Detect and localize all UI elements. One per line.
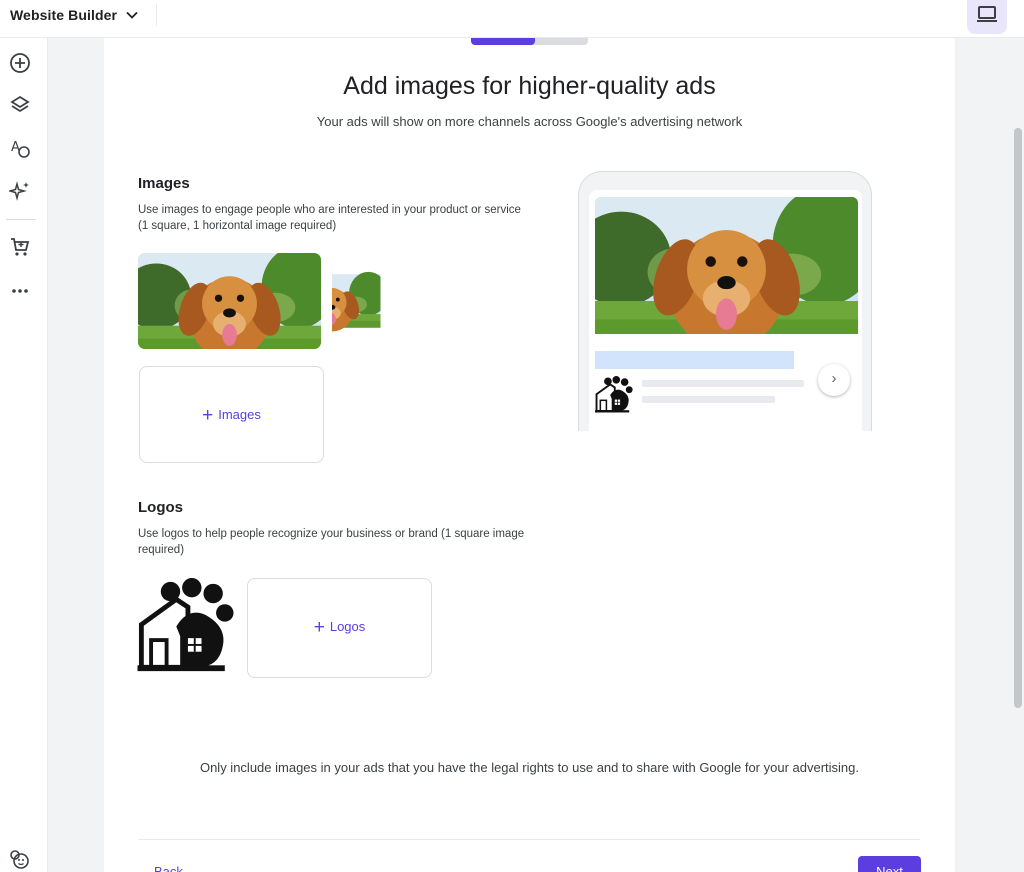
page-title: Add images for higher-quality ads [343, 72, 716, 100]
add-circle-icon[interactable] [9, 52, 31, 74]
ad-preview-screen: › [589, 190, 862, 432]
images-heading: Images [138, 175, 190, 192]
logos-description: Use logos to help people recognize your … [138, 528, 525, 556]
add-logos-label: + Logos [313, 617, 366, 638]
image-thumbnail-square[interactable] [332, 253, 429, 349]
desktop-preview-button[interactable] [967, 0, 1007, 34]
top-divider [156, 4, 157, 26]
progress-bar [471, 38, 588, 45]
ad-preview-phone: › [578, 171, 872, 432]
scrollbar-thumb[interactable] [1014, 128, 1022, 708]
rail-divider [6, 219, 36, 220]
text-placeholder-line [642, 396, 775, 403]
logo-paw-house-image[interactable] [136, 578, 236, 675]
images-description: Use images to engage people who are inte… [138, 204, 521, 232]
add-images-button[interactable]: + Images [139, 366, 324, 463]
logos-heading: Logos [138, 499, 183, 516]
preview-next-button[interactable]: › [818, 364, 850, 396]
next-button[interactable]: Next [858, 856, 921, 872]
dog-photo [138, 253, 321, 349]
dog-photo-preview [595, 197, 858, 334]
sparkle-icon[interactable] [9, 180, 31, 202]
legal-disclaimer: Only include images in your ads that you… [199, 760, 860, 775]
main-card: Add images for higher-quality ads Your a… [104, 38, 955, 872]
ad-preview-logo [594, 376, 634, 414]
face-emoji-icon[interactable] [9, 848, 31, 870]
top-bar: Website Builder [0, 0, 1024, 38]
app-title[interactable]: Website Builder [10, 7, 117, 23]
layers-icon[interactable] [9, 94, 31, 116]
progress-fill [471, 38, 536, 45]
headline-placeholder [595, 351, 794, 369]
dog-photo-square [332, 253, 429, 349]
page-subtitle: Your ads will show on more channels acro… [316, 114, 743, 129]
add-logos-button[interactable]: + Logos [247, 578, 432, 678]
typography-palette-icon[interactable]: A [9, 138, 31, 160]
chevron-down-icon[interactable] [124, 7, 140, 23]
add-images-label: + Images [202, 405, 261, 426]
laptop-icon [977, 6, 997, 22]
image-thumbnail-horizontal[interactable] [138, 253, 321, 349]
chevron-right-icon: › [831, 370, 837, 387]
ad-preview-image [595, 197, 858, 334]
plus-icon: + [313, 617, 325, 638]
text-placeholder-line [642, 380, 804, 387]
back-button[interactable]: Back [154, 864, 183, 872]
cart-icon[interactable] [9, 236, 31, 258]
footer-divider [138, 839, 920, 840]
plus-icon: + [202, 405, 214, 426]
left-rail: A [0, 38, 48, 872]
more-horizontal-icon[interactable] [9, 280, 31, 302]
